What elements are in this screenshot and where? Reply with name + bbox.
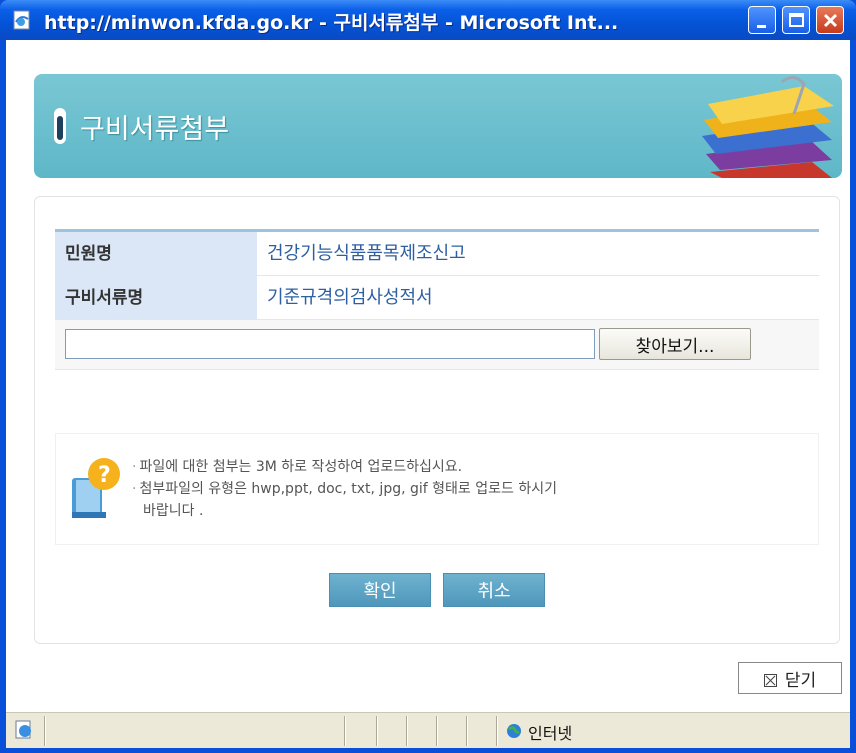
close-box-icon <box>763 673 777 687</box>
status-divider <box>406 716 408 746</box>
page-content: 구비서류첨부 민원명 건강기능식품품목제조신고 구비서류명 기준규격의검사성적서… <box>6 40 850 712</box>
status-divider <box>436 716 438 746</box>
petition-name-label: 민원명 <box>55 232 257 276</box>
help-line-closing: 바랍니다 . <box>143 503 204 519</box>
close-button-label: 닫기 <box>784 670 817 691</box>
info-table: 민원명 건강기능식품품목제조신고 구비서류명 기준규격의검사성적서 찾아보기..… <box>55 229 819 370</box>
page-status-icon <box>15 720 31 739</box>
document-name-label: 구비서류명 <box>55 276 257 320</box>
maximize-button[interactable] <box>782 6 810 34</box>
file-upload-row: 찾아보기... <box>55 320 819 370</box>
title-bar[interactable]: http://minwon.kfda.go.kr - 구비서류첨부 - Micr… <box>0 0 856 40</box>
attachment-panel: 민원명 건강기능식품품목제조신고 구비서류명 기준규격의검사성적서 찾아보기..… <box>34 196 840 644</box>
zone-label: 인터넷 <box>528 724 573 743</box>
svg-text:?: ? <box>98 463 111 488</box>
cancel-button[interactable]: 취소 <box>443 573 545 607</box>
page-title: 구비서류첨부 <box>80 114 230 145</box>
minimize-button[interactable] <box>748 6 776 34</box>
help-text: · 파일에 대한 첨부는 3M 하로 작성하여 업로드하십시요. · 첨부파일의 유… <box>132 459 557 519</box>
status-bar: 인터넷 <box>6 712 850 748</box>
status-divider <box>344 716 346 746</box>
close-window-button[interactable] <box>816 6 844 34</box>
petition-name-value: 건강기능식품품목제조신고 <box>267 243 466 264</box>
close-button[interactable]: 닫기 <box>738 662 842 694</box>
browse-button[interactable]: 찾아보기... <box>599 328 751 360</box>
status-divider <box>44 716 46 746</box>
table-row: 민원명 건강기능식품품목제조신고 <box>55 232 819 276</box>
ie-page-icon <box>12 10 34 30</box>
window-title: http://minwon.kfda.go.kr - 구비서류첨부 - Micr… <box>44 12 619 34</box>
status-divider <box>496 716 498 746</box>
status-divider <box>376 716 378 746</box>
browser-window: http://minwon.kfda.go.kr - 구비서류첨부 - Micr… <box>0 0 856 753</box>
help-book-icon: ? <box>72 458 120 518</box>
document-stack-icon <box>702 76 834 178</box>
help-line-size: 파일에 대한 첨부는 3M 하로 작성하여 업로드하십시요. <box>139 459 463 475</box>
file-path-input[interactable] <box>65 329 595 359</box>
status-divider <box>466 716 468 746</box>
table-row: 구비서류명 기준규격의검사성적서 <box>55 276 819 320</box>
confirm-button[interactable]: 확인 <box>329 573 431 607</box>
help-notice: ? · 파일에 대한 첨부는 3M 하로 작성하여 업로드하십시요. · 첨부파일의… <box>55 433 819 545</box>
internet-zone-icon <box>507 724 521 738</box>
document-name-value: 기준규격의검사성적서 <box>267 287 433 308</box>
header-pill-icon <box>54 108 66 144</box>
header-banner: 구비서류첨부 <box>34 74 842 178</box>
help-line-types: 첨부파일의 유형은 hwp,ppt, doc, txt, jpg, gif 형태… <box>139 481 557 497</box>
